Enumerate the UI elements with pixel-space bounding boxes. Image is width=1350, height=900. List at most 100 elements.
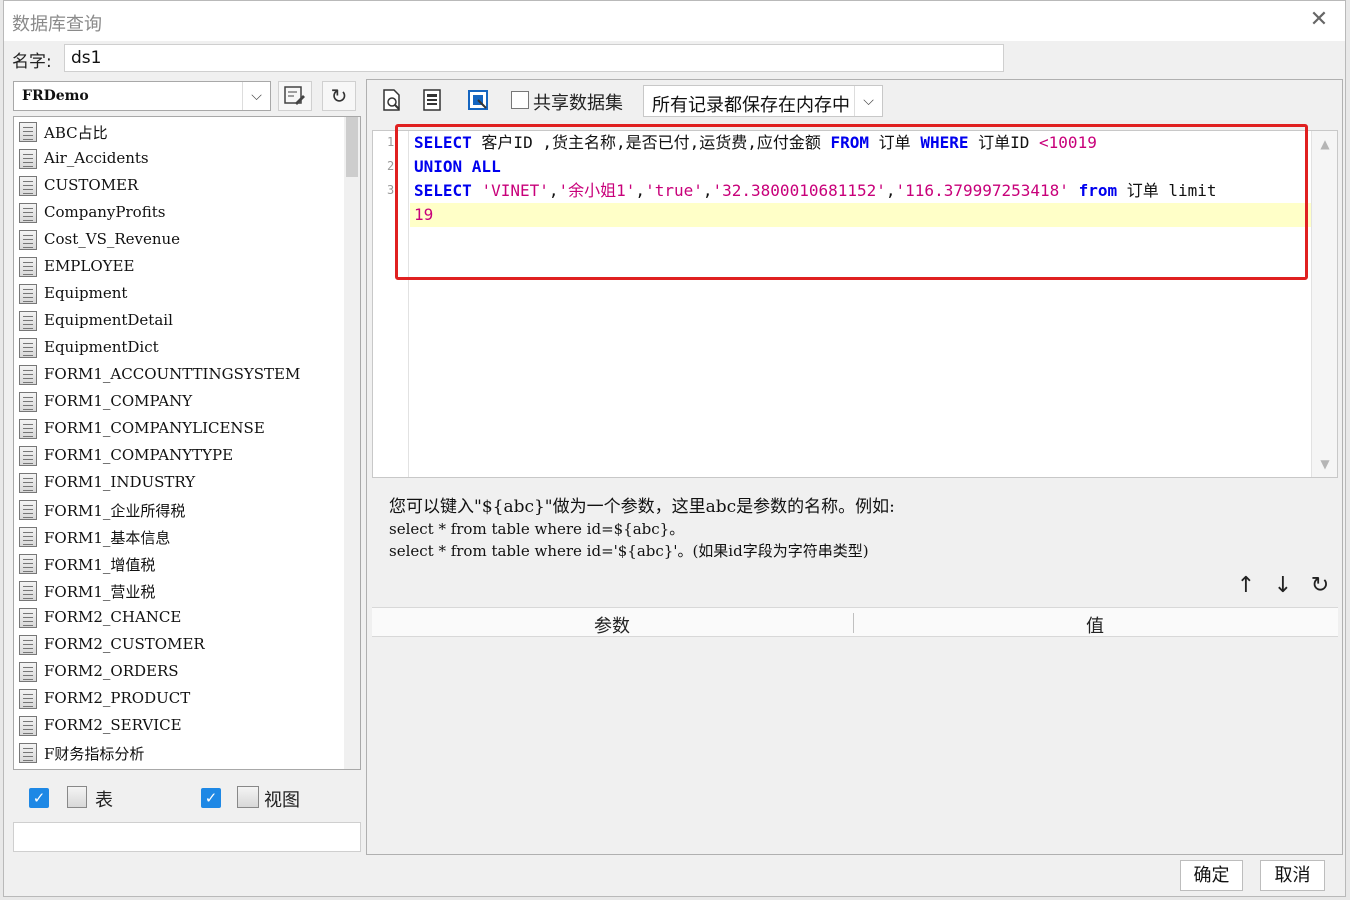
- move-down-arrow-icon[interactable]: ↓: [1270, 572, 1296, 600]
- table-icon: [19, 257, 37, 277]
- table-list-item[interactable]: FORM1_COMPANYLICENSE: [14, 416, 339, 443]
- ok-button[interactable]: 确定: [1180, 860, 1243, 891]
- table-browser-panel: FRDemo ⌵ ↻ ABC占比 Air_Accidents CUSTOMER Com…: [10, 79, 361, 855]
- table-list-item[interactable]: F财务指标分析: [14, 740, 339, 767]
- query-panel: 共享数据集 所有记录都保存在内存中 ⌵ 1 2 3 SELECT 客户ID ,货…: [366, 79, 1343, 855]
- table-icon: [19, 176, 37, 196]
- parameter-table: 参数 值: [372, 607, 1338, 853]
- table-list[interactable]: ABC占比 Air_Accidents CUSTOMER CompanyProfits…: [13, 116, 361, 770]
- chevron-down-icon[interactable]: ⌵: [242, 82, 270, 110]
- table-list-item[interactable]: EquipmentDetail: [14, 308, 339, 335]
- hint-line-2: select * from table where id=${abc}。: [389, 520, 685, 538]
- table-icon: [19, 311, 37, 331]
- table-name-label: CompanyProfits: [44, 203, 166, 221]
- table-icon: [67, 786, 87, 808]
- table-name-label: EquipmentDict: [44, 338, 159, 356]
- scroll-up-icon[interactable]: ▲: [1312, 131, 1337, 157]
- move-up-arrow-icon[interactable]: ↑: [1233, 572, 1259, 600]
- table-name-label: FORM1_ACCOUNTTINGSYSTEM: [44, 365, 301, 383]
- table-name-label: FORM1_增值税: [44, 556, 156, 574]
- query-toolbar: 共享数据集 所有记录都保存在内存中 ⌵: [367, 80, 1342, 124]
- param-column-header[interactable]: 参数: [594, 612, 630, 638]
- table-icon: [19, 473, 37, 493]
- edit-connection-button[interactable]: [278, 81, 312, 111]
- table-list-item[interactable]: CompanyProfits: [14, 200, 339, 227]
- table-list-item[interactable]: EquipmentDict: [14, 335, 339, 362]
- table-list-item[interactable]: FORM1_COMPANY: [14, 389, 339, 416]
- table-icon: [19, 284, 37, 304]
- table-search-input[interactable]: [13, 822, 361, 852]
- view-filter-label: 视图: [264, 790, 300, 811]
- table-list-item[interactable]: FORM2_ORDERS: [14, 659, 339, 686]
- view-icon: [237, 786, 259, 808]
- preview-icon: [383, 89, 400, 111]
- table-name-label: ABC占比: [44, 124, 108, 142]
- table-list-item[interactable]: CUSTOMER: [14, 173, 339, 200]
- table-list-item[interactable]: EMPLOYEE: [14, 254, 339, 281]
- table-list-item[interactable]: FORM1_企业所得税: [14, 497, 339, 524]
- table-list-item[interactable]: FORM1_基本信息: [14, 524, 339, 551]
- database-query-dialog: 数据库查询 ✕ 名字: ds1 FRDemo ⌵ ↻ ABC占比 Air_Acci…: [3, 0, 1346, 897]
- view-filter-checkbox[interactable]: ✓: [201, 788, 221, 808]
- name-input[interactable]: ds1: [64, 44, 1004, 72]
- table-name-label: FORM2_CUSTOMER: [44, 635, 205, 653]
- table-list-item[interactable]: FORM1_营业税: [14, 578, 339, 605]
- column-divider: [853, 613, 854, 633]
- cancel-button[interactable]: 取消: [1260, 860, 1325, 891]
- datasource-select[interactable]: FRDemo ⌵: [13, 81, 271, 111]
- param-icon: [468, 90, 488, 110]
- name-label: 名字:: [12, 52, 52, 72]
- value-column-header[interactable]: 值: [1086, 612, 1104, 638]
- sql-button[interactable]: [419, 88, 445, 114]
- table-filter-label: 表: [95, 790, 113, 811]
- title-bar: 数据库查询 ✕: [4, 1, 1345, 41]
- table-name-label: FORM1_COMPANYTYPE: [44, 446, 234, 464]
- table-list-item[interactable]: FORM2_CHANCE: [14, 605, 339, 632]
- table-name-label: FORM2_CHANCE: [44, 608, 182, 626]
- param-button[interactable]: [465, 88, 491, 114]
- shared-dataset-checkbox[interactable]: [511, 91, 529, 109]
- table-list-item[interactable]: FORM2_CUSTOMER: [14, 632, 339, 659]
- table-list-item[interactable]: FORM1_ACCOUNTTINGSYSTEM: [14, 362, 339, 389]
- table-icon: [19, 500, 37, 520]
- table-list-item[interactable]: Cost_VS_Revenue: [14, 227, 339, 254]
- table-icon: [19, 419, 37, 439]
- table-icon: [19, 581, 37, 601]
- table-list-scrollbar[interactable]: [344, 117, 360, 769]
- table-list-item[interactable]: Air_Accidents: [14, 146, 339, 173]
- table-icon: [19, 527, 37, 547]
- table-name-label: F财务指标分析: [44, 745, 145, 763]
- table-icon: [19, 743, 37, 763]
- table-list-item[interactable]: FORM2_SERVICE: [14, 713, 339, 740]
- table-list-item[interactable]: FORM1_增值税: [14, 551, 339, 578]
- annotation-highlight-box: [395, 124, 1308, 280]
- editor-scrollbar[interactable]: ▲ ▼: [1311, 131, 1337, 477]
- datasource-select-value: FRDemo: [22, 88, 89, 104]
- line-number: 3: [387, 183, 395, 197]
- table-list-item[interactable]: ABC占比: [14, 119, 339, 146]
- table-icon: [19, 608, 37, 628]
- scrollbar-thumb[interactable]: [346, 117, 358, 177]
- table-name-label: FORM1_INDUSTRY: [44, 473, 196, 491]
- scroll-down-icon[interactable]: ▼: [1312, 451, 1337, 477]
- refresh-params-icon[interactable]: ↻: [1307, 572, 1333, 600]
- preview-button[interactable]: [379, 88, 405, 114]
- table-name-label: EquipmentDetail: [44, 311, 173, 329]
- refresh-tables-button[interactable]: ↻: [322, 81, 356, 111]
- close-icon[interactable]: ✕: [1307, 9, 1331, 33]
- table-list-item[interactable]: FORM1_INDUSTRY: [14, 470, 339, 497]
- table-name-label: FORM2_PRODUCT: [44, 689, 191, 707]
- parameter-table-header: 参数 值: [372, 607, 1338, 637]
- chevron-down-icon[interactable]: ⌵: [854, 86, 882, 116]
- table-icon: [19, 203, 37, 223]
- table-name-label: EMPLOYEE: [44, 257, 135, 275]
- hint-line-3: select * from table where id='${abc}'。(如…: [389, 542, 869, 560]
- table-filter-checkbox[interactable]: ✓: [29, 788, 49, 808]
- table-icon: [19, 365, 37, 385]
- storage-mode-select[interactable]: 所有记录都保存在内存中 ⌵: [643, 85, 883, 117]
- table-list-item[interactable]: Equipment: [14, 281, 339, 308]
- table-name-label: FORM2_SERVICE: [44, 716, 182, 734]
- table-list-item[interactable]: FORM2_PRODUCT: [14, 686, 339, 713]
- table-name-label: CUSTOMER: [44, 176, 139, 194]
- table-list-item[interactable]: FORM1_COMPANYTYPE: [14, 443, 339, 470]
